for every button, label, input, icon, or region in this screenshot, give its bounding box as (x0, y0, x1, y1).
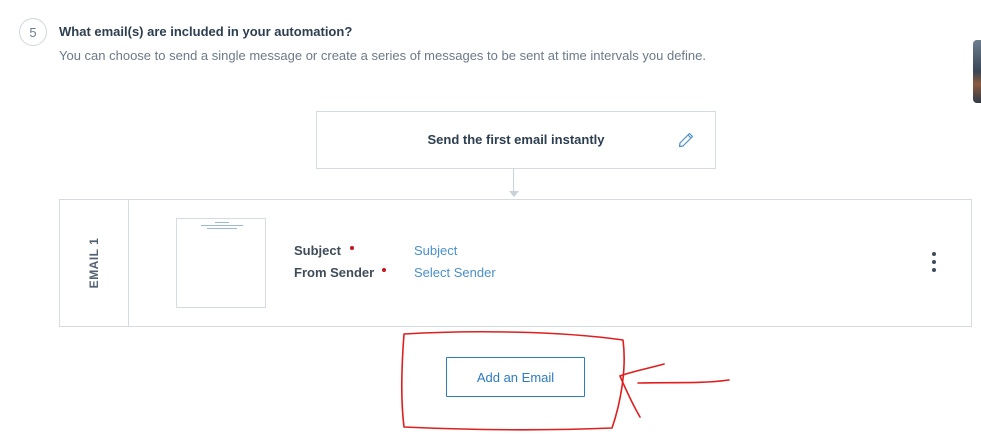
required-indicator (350, 246, 354, 250)
email-card: EMAIL 1 Subject Subject From Sender Sele… (59, 199, 972, 327)
step-title: What email(s) are included in your autom… (59, 24, 353, 39)
pencil-icon[interactable] (677, 131, 695, 149)
trigger-label: Send the first email instantly (427, 132, 605, 147)
step-description: You can choose to send a single message … (59, 48, 707, 63)
sender-link[interactable]: Select Sender (414, 265, 496, 280)
email-tab-label: EMAIL 1 (87, 237, 101, 289)
email-tab: EMAIL 1 (60, 200, 129, 326)
trigger-box: Send the first email instantly (316, 111, 716, 169)
step-number-badge: 5 (19, 18, 47, 46)
required-indicator (382, 268, 386, 272)
sender-label: From Sender (294, 265, 375, 280)
subject-label: Subject (294, 243, 341, 258)
flow-connector (513, 169, 514, 193)
email-thumbnail[interactable] (176, 218, 266, 308)
flow-connector-arrow (509, 191, 519, 197)
add-email-button[interactable]: Add an Email (446, 357, 585, 397)
subject-link[interactable]: Subject (414, 243, 457, 258)
vertical-ellipsis-icon[interactable] (931, 252, 937, 276)
side-thumbnail-peek (973, 40, 981, 103)
